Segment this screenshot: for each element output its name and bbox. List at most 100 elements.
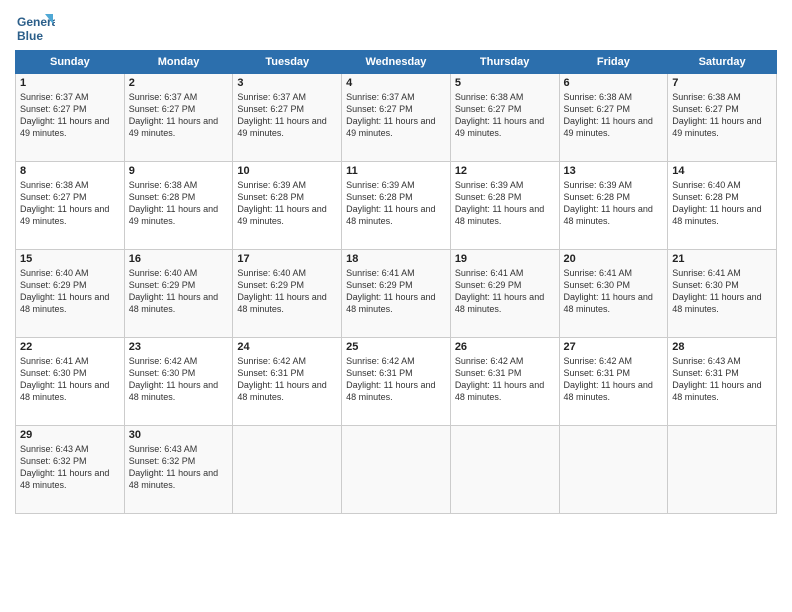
day-info: Sunrise: 6:38 AMSunset: 6:28 PMDaylight:… (129, 179, 229, 228)
day-number: 7 (672, 77, 772, 89)
day-header-friday: Friday (559, 51, 668, 74)
calendar-cell: 3 Sunrise: 6:37 AMSunset: 6:27 PMDaylight… (233, 74, 342, 162)
calendar-cell: 15 Sunrise: 6:40 AMSunset: 6:29 PMDayligh… (16, 250, 125, 338)
calendar-cell: 27 Sunrise: 6:42 AMSunset: 6:31 PMDayligh… (559, 338, 668, 426)
day-number: 28 (672, 341, 772, 353)
day-number: 17 (237, 253, 337, 265)
calendar-cell: 30Sunrise: 6:43 AMSunset: 6:32 PMDayligh… (124, 426, 233, 514)
day-info: Sunrise: 6:38 AMSunset: 6:27 PMDaylight:… (672, 91, 772, 140)
calendar-cell: 5Sunrise: 6:38 AMSunset: 6:27 PMDaylight… (450, 74, 559, 162)
day-number: 18 (346, 253, 446, 265)
logo: GeneralBlue (15, 10, 55, 46)
day-number: 24 (237, 341, 337, 353)
calendar-cell: 29 Sunrise: 6:43 AMSunset: 6:32 PMDayligh… (16, 426, 125, 514)
day-header-saturday: Saturday (668, 51, 777, 74)
calendar-week-row: 15 Sunrise: 6:40 AMSunset: 6:29 PMDayligh… (16, 250, 777, 338)
calendar-header-row: SundayMondayTuesdayWednesdayThursdayFrid… (16, 51, 777, 74)
logo-svg: GeneralBlue (15, 10, 55, 46)
day-number: 3 (237, 77, 337, 89)
day-info: Sunrise: 6:42 AMSunset: 6:31 PMDaylight:… (346, 355, 446, 404)
calendar-week-row: 8 Sunrise: 6:38 AMSunset: 6:27 PMDaylight… (16, 162, 777, 250)
calendar-cell: 18Sunrise: 6:41 AMSunset: 6:29 PMDayligh… (342, 250, 451, 338)
calendar-cell: 24 Sunrise: 6:42 AMSunset: 6:31 PMDayligh… (233, 338, 342, 426)
calendar: SundayMondayTuesdayWednesdayThursdayFrid… (15, 50, 777, 514)
calendar-week-row: 1 Sunrise: 6:37 AMSunset: 6:27 PMDaylight… (16, 74, 777, 162)
calendar-week-row: 29 Sunrise: 6:43 AMSunset: 6:32 PMDayligh… (16, 426, 777, 514)
day-number: 16 (129, 253, 229, 265)
day-info: Sunrise: 6:41 AMSunset: 6:29 PMDaylight:… (455, 267, 555, 316)
calendar-cell: 9 Sunrise: 6:38 AMSunset: 6:28 PMDaylight… (124, 162, 233, 250)
calendar-cell (450, 426, 559, 514)
calendar-cell: 19 Sunrise: 6:41 AMSunset: 6:29 PMDayligh… (450, 250, 559, 338)
day-info: Sunrise: 6:37 AMSunset: 6:27 PMDaylight:… (237, 91, 337, 140)
day-number: 1 (20, 77, 120, 89)
day-number: 15 (20, 253, 120, 265)
day-number: 27 (564, 341, 664, 353)
calendar-cell: 1 Sunrise: 6:37 AMSunset: 6:27 PMDaylight… (16, 74, 125, 162)
svg-text:Blue: Blue (17, 29, 43, 43)
day-number: 8 (20, 165, 120, 177)
day-number: 13 (564, 165, 664, 177)
day-info: Sunrise: 6:39 AMSunset: 6:28 PMDaylight:… (564, 179, 664, 228)
day-number: 11 (346, 165, 446, 177)
calendar-cell: 21 Sunrise: 6:41 AMSunset: 6:30 PMDayligh… (668, 250, 777, 338)
calendar-cell: 4 Sunrise: 6:37 AMSunset: 6:27 PMDaylight… (342, 74, 451, 162)
day-info: Sunrise: 6:43 AMSunset: 6:32 PMDaylight:… (20, 443, 120, 492)
day-info: Sunrise: 6:41 AMSunset: 6:30 PMDaylight:… (20, 355, 120, 404)
day-number: 19 (455, 253, 555, 265)
day-info: Sunrise: 6:42 AMSunset: 6:31 PMDaylight:… (237, 355, 337, 404)
day-header-tuesday: Tuesday (233, 51, 342, 74)
calendar-cell (342, 426, 451, 514)
calendar-cell (559, 426, 668, 514)
day-info: Sunrise: 6:37 AMSunset: 6:27 PMDaylight:… (20, 91, 120, 140)
day-info: Sunrise: 6:40 AMSunset: 6:29 PMDaylight:… (20, 267, 120, 316)
day-number: 29 (20, 429, 120, 441)
calendar-cell: 28 Sunrise: 6:43 AMSunset: 6:31 PMDayligh… (668, 338, 777, 426)
day-info: Sunrise: 6:42 AMSunset: 6:30 PMDaylight:… (129, 355, 229, 404)
day-number: 21 (672, 253, 772, 265)
calendar-cell: 7 Sunrise: 6:38 AMSunset: 6:27 PMDaylight… (668, 74, 777, 162)
day-number: 14 (672, 165, 772, 177)
day-header-monday: Monday (124, 51, 233, 74)
day-info: Sunrise: 6:38 AMSunset: 6:27 PMDaylight:… (564, 91, 664, 140)
day-info: Sunrise: 6:39 AMSunset: 6:28 PMDaylight:… (346, 179, 446, 228)
day-info: Sunrise: 6:43 AMSunset: 6:31 PMDaylight:… (672, 355, 772, 404)
calendar-cell: 26 Sunrise: 6:42 AMSunset: 6:31 PMDayligh… (450, 338, 559, 426)
day-info: Sunrise: 6:39 AMSunset: 6:28 PMDaylight:… (237, 179, 337, 228)
day-number: 20 (564, 253, 664, 265)
calendar-cell: 10 Sunrise: 6:39 AMSunset: 6:28 PMDayligh… (233, 162, 342, 250)
day-number: 23 (129, 341, 229, 353)
day-header-sunday: Sunday (16, 51, 125, 74)
day-number: 25 (346, 341, 446, 353)
day-number: 2 (129, 77, 229, 89)
day-number: 30 (129, 429, 229, 441)
day-header-wednesday: Wednesday (342, 51, 451, 74)
day-info: Sunrise: 6:40 AMSunset: 6:29 PMDaylight:… (129, 267, 229, 316)
day-number: 26 (455, 341, 555, 353)
day-info: Sunrise: 6:42 AMSunset: 6:31 PMDaylight:… (564, 355, 664, 404)
calendar-cell: 2Sunrise: 6:37 AMSunset: 6:27 PMDaylight… (124, 74, 233, 162)
day-number: 10 (237, 165, 337, 177)
calendar-cell: 13 Sunrise: 6:39 AMSunset: 6:28 PMDayligh… (559, 162, 668, 250)
calendar-cell (668, 426, 777, 514)
header: GeneralBlue (15, 10, 777, 46)
day-info: Sunrise: 6:38 AMSunset: 6:27 PMDaylight:… (20, 179, 120, 228)
day-number: 22 (20, 341, 120, 353)
day-info: Sunrise: 6:41 AMSunset: 6:30 PMDaylight:… (564, 267, 664, 316)
calendar-cell: 16 Sunrise: 6:40 AMSunset: 6:29 PMDayligh… (124, 250, 233, 338)
calendar-cell: 14Sunrise: 6:40 AMSunset: 6:28 PMDayligh… (668, 162, 777, 250)
day-number: 9 (129, 165, 229, 177)
day-info: Sunrise: 6:40 AMSunset: 6:29 PMDaylight:… (237, 267, 337, 316)
calendar-cell (233, 426, 342, 514)
day-number: 5 (455, 77, 555, 89)
day-number: 4 (346, 77, 446, 89)
calendar-cell: 20 Sunrise: 6:41 AMSunset: 6:30 PMDayligh… (559, 250, 668, 338)
day-info: Sunrise: 6:37 AMSunset: 6:27 PMDaylight:… (346, 91, 446, 140)
day-info: Sunrise: 6:41 AMSunset: 6:30 PMDaylight:… (672, 267, 772, 316)
day-info: Sunrise: 6:42 AMSunset: 6:31 PMDaylight:… (455, 355, 555, 404)
day-number: 12 (455, 165, 555, 177)
day-number: 6 (564, 77, 664, 89)
calendar-cell: 17 Sunrise: 6:40 AMSunset: 6:29 PMDayligh… (233, 250, 342, 338)
calendar-cell: 22 Sunrise: 6:41 AMSunset: 6:30 PMDayligh… (16, 338, 125, 426)
day-header-thursday: Thursday (450, 51, 559, 74)
